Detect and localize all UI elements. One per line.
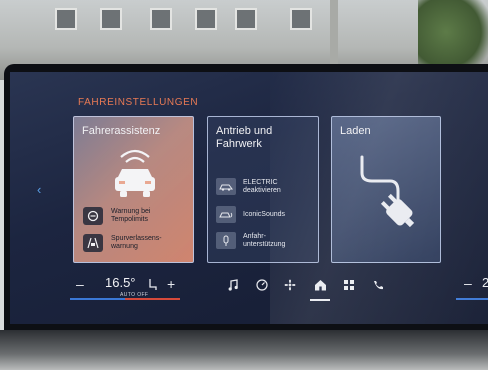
- charging-title: Laden: [340, 125, 371, 137]
- page-title: FAHREINSTELLUNGEN: [78, 97, 199, 108]
- speed-limit-label-line1: Warnung bei: [111, 208, 151, 215]
- lane-departure-label-line1: Spurverlassens-: [111, 235, 162, 242]
- building-window: [290, 8, 312, 30]
- charging-card[interactable]: Laden: [331, 116, 441, 263]
- bottom-bar: – 16.5° + AUTO OFF – 2: [10, 272, 488, 302]
- driver-assist-card[interactable]: Fahrerassistenz Warnung bei Tempolimits: [73, 116, 194, 263]
- apps-icon[interactable]: [341, 277, 357, 293]
- home-active-indicator: [310, 299, 330, 301]
- building-window: [195, 8, 217, 30]
- car-sensor-icon: [115, 149, 155, 197]
- temp-decrease-button[interactable]: –: [76, 276, 84, 292]
- drive-chassis-card[interactable]: Antrieb und Fahrwerk ELECTRIC deaktivier…: [207, 116, 319, 263]
- hill-start-label-line2: unterstützung: [243, 240, 286, 248]
- car-electric-icon: [216, 178, 236, 195]
- fan-icon[interactable]: [282, 277, 298, 293]
- iconic-sounds-item[interactable]: IconicSounds: [216, 206, 285, 223]
- driver-assist-title: Fahrerassistenz: [82, 125, 161, 137]
- building-window: [55, 8, 77, 30]
- lane-departure-label-line2: warnung: [111, 243, 138, 250]
- home-icon[interactable]: [312, 277, 328, 293]
- car-sound-icon: [216, 206, 236, 223]
- electric-label-line1: ELECTRIC: [243, 178, 278, 186]
- speed-limit-label-line2: Tempolimits: [111, 216, 148, 223]
- seat-heating-icon[interactable]: [147, 278, 158, 291]
- building-window: [100, 8, 122, 30]
- lane-departure-icon: [83, 234, 103, 252]
- drive-chassis-title: Antrieb und Fahrwerk: [216, 125, 272, 151]
- temp-increase-button[interactable]: +: [167, 276, 175, 292]
- building-window: [150, 8, 172, 30]
- hill-start-icon: [216, 232, 236, 249]
- hill-start-label-line1: Anfahr-: [243, 232, 266, 240]
- temp-bar-cold: [70, 298, 125, 300]
- temp-bar-warm: [125, 298, 180, 300]
- right-temp-bar-cold: [456, 298, 488, 300]
- music-icon[interactable]: [225, 277, 241, 293]
- dashboard-surface: [0, 330, 488, 370]
- phone-icon[interactable]: [370, 277, 386, 293]
- drive-chassis-title-line1: Antrieb und: [216, 125, 273, 137]
- electric-deactivate-item[interactable]: ELECTRIC deaktivieren: [216, 178, 281, 195]
- right-temperature-partial: 2: [482, 275, 488, 290]
- hill-start-assist-item[interactable]: Anfahr- unterstützung: [216, 232, 285, 249]
- speed-limit-warning-item[interactable]: Warnung bei Tempolimits: [83, 207, 150, 225]
- electric-label-line2: deaktivieren: [243, 186, 281, 194]
- building-window: [235, 8, 257, 30]
- temperature-display[interactable]: 16.5°: [105, 275, 136, 290]
- drive-chassis-title-line2: Fahrwerk: [216, 138, 262, 150]
- infotainment-screen: FAHREINSTELLUNGEN ‹ Fahrerassistenz Warn…: [10, 72, 488, 324]
- speedometer-icon[interactable]: [254, 277, 270, 293]
- charging-plug-icon: [360, 155, 415, 228]
- right-temp-decrease-button[interactable]: –: [464, 275, 472, 291]
- iconic-sounds-label: IconicSounds: [243, 210, 286, 218]
- lane-departure-warning-item[interactable]: Spurverlassens- warnung: [83, 234, 162, 252]
- back-chevron-icon[interactable]: ‹: [37, 183, 47, 197]
- speed-limit-icon: [83, 207, 103, 225]
